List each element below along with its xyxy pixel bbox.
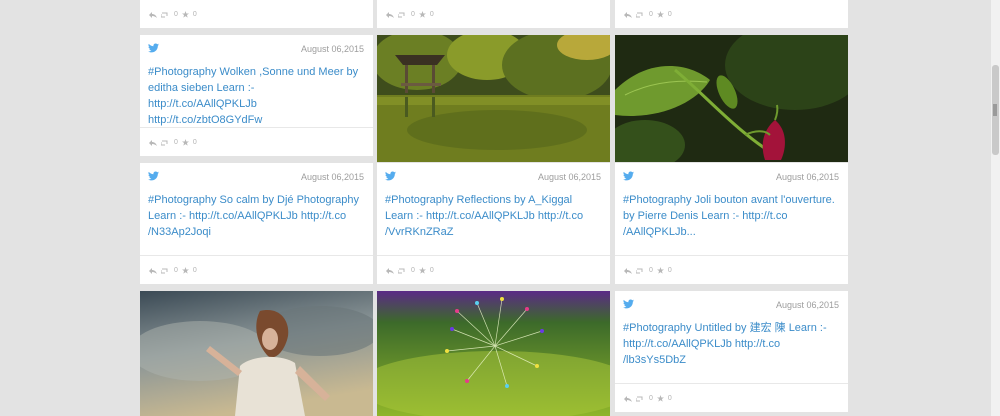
- favorite-count: 0: [429, 267, 434, 274]
- favorite-icon[interactable]: [418, 267, 426, 274]
- photo-pond-reflection[interactable]: [377, 35, 610, 162]
- favorite-count: 0: [192, 11, 197, 18]
- photo-card-dandelion[interactable]: [377, 291, 610, 416]
- retweet-count: 0: [174, 11, 178, 18]
- favorite-count: 0: [429, 11, 434, 18]
- reply-icon[interactable]: [386, 267, 394, 274]
- tweet-date: August 06,2015: [300, 44, 364, 54]
- favorite-count: 0: [192, 139, 197, 146]
- tweet-actions: 0 0: [624, 395, 672, 402]
- tweet-card-partial[interactable]: 0 0: [140, 0, 373, 28]
- tweet-text[interactable]: #Photography So calm by Djé Photography …: [148, 192, 365, 240]
- tweet-card[interactable]: August 06,2015 #Photography So calm by D…: [140, 163, 373, 284]
- retweet-icon[interactable]: [636, 12, 645, 18]
- tweet-actions: 0 0: [149, 267, 197, 274]
- retweet-icon[interactable]: [398, 268, 407, 274]
- twitter-bird-icon: [623, 171, 634, 181]
- photo-woman-sky[interactable]: [140, 291, 373, 416]
- favorite-icon[interactable]: [418, 11, 426, 18]
- photo-dandelion-drops[interactable]: [377, 291, 610, 416]
- retweet-count: 0: [411, 11, 415, 18]
- reply-icon[interactable]: [149, 11, 157, 18]
- favorite-icon[interactable]: [656, 267, 664, 274]
- retweet-icon[interactable]: [161, 268, 170, 274]
- retweet-count: 0: [174, 267, 178, 274]
- twitter-bird-icon: [623, 299, 634, 309]
- favorite-icon[interactable]: [656, 11, 664, 18]
- favorite-count: 0: [667, 11, 672, 18]
- feed-column-1: 0 0 August 06,2015 #Photography Wolken ,…: [140, 0, 373, 416]
- retweet-icon[interactable]: [161, 140, 170, 146]
- tweet-text[interactable]: #Photography Reflections by A_Kiggal Lea…: [385, 192, 602, 240]
- reply-icon[interactable]: [149, 139, 157, 146]
- tweet-card[interactable]: August 06,2015 #Photography Reflections …: [377, 163, 610, 284]
- retweet-count: 0: [174, 139, 178, 146]
- retweet-count: 0: [411, 267, 415, 274]
- photo-card-bud[interactable]: [615, 35, 848, 162]
- divider: [140, 255, 373, 256]
- reply-icon[interactable]: [624, 267, 632, 274]
- photo-card-woman-sky[interactable]: [140, 291, 373, 416]
- retweet-icon[interactable]: [161, 12, 170, 18]
- tweet-card-partial[interactable]: 0 0: [377, 0, 610, 28]
- reply-icon[interactable]: [386, 11, 394, 18]
- favorite-count: 0: [192, 267, 197, 274]
- divider: [377, 255, 610, 256]
- retweet-count: 0: [649, 11, 653, 18]
- favorite-count: 0: [667, 267, 672, 274]
- photo-card-pond[interactable]: [377, 35, 610, 162]
- retweet-count: 0: [649, 267, 653, 274]
- tweet-actions: 0 0: [624, 267, 672, 274]
- tweet-actions: 0 0: [386, 267, 434, 274]
- twitter-bird-icon: [148, 43, 159, 53]
- tweet-card[interactable]: August 06,2015 #Photography Wolken ,Sonn…: [140, 35, 373, 156]
- feed-column-2: 0 0 August 06,2015 #Photography Reflecti: [377, 0, 610, 416]
- favorite-icon[interactable]: [181, 139, 189, 146]
- retweet-icon[interactable]: [636, 396, 645, 402]
- tweet-actions: 0 0: [149, 11, 197, 18]
- photo-flower-bud[interactable]: [615, 35, 848, 162]
- tweet-card-partial[interactable]: 0 0: [615, 0, 848, 28]
- tweet-date: August 06,2015: [300, 172, 364, 182]
- divider: [615, 255, 848, 256]
- divider: [140, 127, 373, 128]
- tweet-card[interactable]: August 06,2015 #Photography Untitled by …: [615, 291, 848, 412]
- feed-column-3: 0 0 August 06,2015 #Photography Joli bou…: [615, 0, 848, 416]
- tweet-date: August 06,2015: [775, 300, 839, 310]
- scrollbar-track[interactable]: [990, 0, 1000, 416]
- favorite-count: 0: [667, 395, 672, 402]
- retweet-icon[interactable]: [636, 268, 645, 274]
- retweet-count: 0: [649, 395, 653, 402]
- reply-icon[interactable]: [624, 395, 632, 402]
- reply-icon[interactable]: [624, 11, 632, 18]
- twitter-bird-icon: [148, 171, 159, 181]
- tweet-date: August 06,2015: [537, 172, 601, 182]
- tweet-text[interactable]: #Photography Joli bouton avant l'ouvertu…: [623, 192, 840, 240]
- reply-icon[interactable]: [149, 267, 157, 274]
- favorite-icon[interactable]: [181, 11, 189, 18]
- favorite-icon[interactable]: [181, 267, 189, 274]
- tweet-text[interactable]: #Photography Wolken ,Sonne und Meer by e…: [148, 64, 365, 128]
- retweet-icon[interactable]: [398, 12, 407, 18]
- tweet-date: August 06,2015: [775, 172, 839, 182]
- tweet-actions: 0 0: [624, 11, 672, 18]
- tweet-card[interactable]: August 06,2015 #Photography Joli bouton …: [615, 163, 848, 284]
- twitter-bird-icon: [385, 171, 396, 181]
- divider: [615, 383, 848, 384]
- tweet-actions: 0 0: [149, 139, 197, 146]
- favorite-icon[interactable]: [656, 395, 664, 402]
- tweet-text[interactable]: #Photography Untitled by 建宏 陳 Learn :- h…: [623, 320, 840, 368]
- scrollbar-grip[interactable]: [993, 104, 997, 116]
- tweet-actions: 0 0: [386, 11, 434, 18]
